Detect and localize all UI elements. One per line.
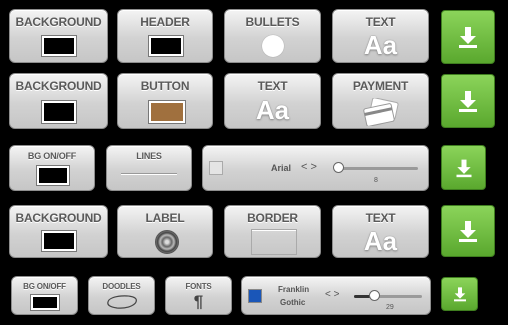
font-size-slider[interactable] bbox=[334, 167, 418, 170]
border-label: BORDER bbox=[247, 211, 298, 225]
apply-button-4[interactable] bbox=[441, 205, 495, 257]
lines-label: LINES bbox=[136, 151, 162, 161]
pilcrow-icon: ¶ bbox=[193, 292, 204, 311]
text-aa-icon: Aa bbox=[363, 30, 398, 60]
background-swatch bbox=[42, 101, 76, 123]
apply-button-1[interactable] bbox=[441, 10, 495, 64]
text-tile-3[interactable]: TEXT Aa bbox=[332, 205, 429, 258]
bullets-tile[interactable]: BULLETS bbox=[224, 9, 321, 63]
bullets-label: BULLETS bbox=[245, 15, 300, 29]
label-texture-icon bbox=[155, 230, 179, 254]
background-label: BACKGROUND bbox=[15, 79, 102, 93]
line-preview bbox=[121, 173, 177, 174]
doodles-label: DOODLES bbox=[102, 282, 141, 291]
payment-tile[interactable]: PAYMENT bbox=[332, 73, 429, 129]
font-cycle-arrows[interactable]: < > bbox=[301, 161, 317, 173]
download-icon bbox=[453, 287, 466, 302]
text-aa-icon: Aa bbox=[363, 226, 398, 256]
bg-toggle-tile-2[interactable]: BG ON/OFF bbox=[11, 276, 78, 315]
header-label: HEADER bbox=[140, 15, 190, 29]
font-color-swatch[interactable] bbox=[248, 289, 262, 303]
download-icon bbox=[456, 159, 471, 177]
text-label: TEXT bbox=[365, 15, 396, 29]
border-preview bbox=[251, 229, 297, 255]
border-tile[interactable]: BORDER bbox=[224, 205, 321, 258]
font-control-tile-1: Arial < > 8 bbox=[202, 145, 429, 191]
background-swatch bbox=[42, 231, 76, 251]
slider-knob[interactable] bbox=[333, 162, 344, 173]
credit-card-icon bbox=[363, 98, 399, 126]
background-label: BACKGROUND bbox=[15, 211, 102, 225]
text-tile-2[interactable]: TEXT Aa bbox=[224, 73, 321, 129]
font-color-swatch[interactable] bbox=[209, 161, 223, 175]
doodle-icon bbox=[107, 295, 137, 309]
bg-swatch bbox=[31, 295, 59, 310]
button-swatch bbox=[149, 101, 185, 123]
lines-tile[interactable]: LINES bbox=[106, 145, 192, 191]
doodles-tile[interactable]: DOODLES bbox=[88, 276, 155, 315]
button-label: BUTTON bbox=[140, 79, 190, 93]
download-icon bbox=[459, 27, 477, 48]
bg-toggle-tile-1[interactable]: BG ON/OFF bbox=[9, 145, 95, 191]
background-label: BACKGROUND bbox=[15, 15, 102, 29]
header-swatch bbox=[149, 36, 183, 56]
bg-toggle-label: BG ON/OFF bbox=[27, 151, 77, 161]
download-icon bbox=[459, 221, 477, 242]
font-cycle-arrows[interactable]: < > bbox=[325, 289, 339, 300]
background-swatch bbox=[42, 36, 76, 56]
text-aa-icon: Aa bbox=[255, 95, 290, 125]
label-tile[interactable]: LABEL bbox=[117, 205, 213, 258]
text-tile-1[interactable]: TEXT Aa bbox=[332, 9, 429, 63]
button-tile[interactable]: BUTTON bbox=[117, 73, 213, 129]
fonts-label: FONTS bbox=[185, 282, 212, 291]
bullet-icon bbox=[262, 35, 284, 57]
font-size-slider[interactable] bbox=[354, 295, 422, 298]
font-control-tile-2: Franklin Gothic < > 29 bbox=[241, 276, 431, 315]
payment-label: PAYMENT bbox=[352, 79, 409, 93]
font-name-line2: Gothic bbox=[280, 298, 306, 307]
apply-button-5[interactable] bbox=[441, 277, 478, 311]
font-size-value: 29 bbox=[386, 304, 394, 311]
font-name: Arial bbox=[271, 163, 292, 173]
bg-swatch bbox=[37, 166, 69, 185]
download-icon bbox=[459, 91, 477, 112]
header-tile[interactable]: HEADER bbox=[117, 9, 213, 63]
label-label: LABEL bbox=[145, 211, 185, 225]
fonts-tile[interactable]: FONTS ¶ bbox=[165, 276, 232, 315]
bg-toggle-label: BG ON/OFF bbox=[23, 282, 66, 291]
background-tile-3[interactable]: BACKGROUND bbox=[9, 205, 108, 258]
text-label: TEXT bbox=[257, 79, 288, 93]
text-label: TEXT bbox=[365, 211, 396, 225]
slider-knob[interactable] bbox=[369, 290, 380, 301]
background-tile-2[interactable]: BACKGROUND bbox=[9, 73, 108, 129]
apply-button-3[interactable] bbox=[441, 145, 486, 190]
font-name-line1: Franklin bbox=[278, 285, 310, 294]
apply-button-2[interactable] bbox=[441, 74, 495, 128]
background-tile-1[interactable]: BACKGROUND bbox=[9, 9, 108, 63]
font-size-value: 8 bbox=[374, 177, 378, 184]
